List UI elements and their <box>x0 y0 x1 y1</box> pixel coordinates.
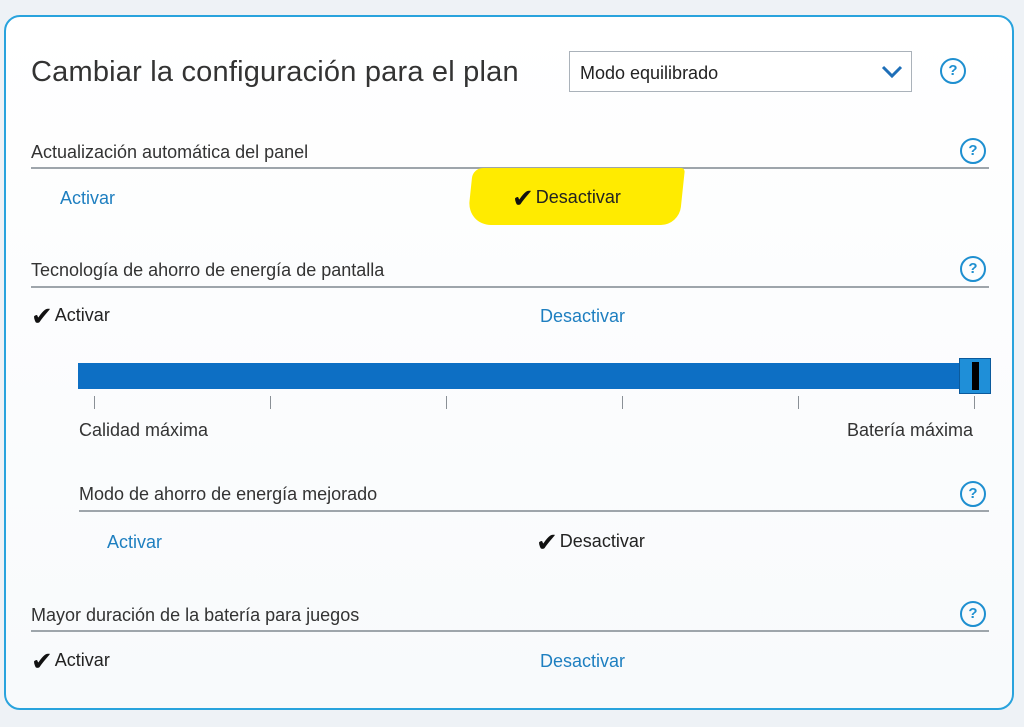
help-icon[interactable]: ? <box>960 256 986 282</box>
plan-select[interactable]: Modo equilibrado <box>569 51 912 92</box>
gaming-battery-on-option[interactable]: ✔ Activar <box>31 647 110 677</box>
enhanced-saving-off-option[interactable]: ✔ Desactivar <box>536 528 645 558</box>
option-label: Desactivar <box>535 187 621 207</box>
section-title-gaming-battery: Mayor duración de la batería para juegos <box>31 605 360 625</box>
help-icon[interactable]: ? <box>960 481 986 507</box>
slider-tick <box>798 396 799 409</box>
slider-tick <box>622 396 623 409</box>
gaming-battery-off-option[interactable]: Desactivar <box>540 651 625 672</box>
section-title-panel-refresh: Actualización automática del panel <box>31 142 309 162</box>
divider <box>31 630 989 632</box>
slider-thumb-grip <box>972 362 979 390</box>
option-label: Activar <box>54 305 110 325</box>
display-power-off-option[interactable]: Desactivar <box>540 306 625 327</box>
section-title-enhanced-saving: Modo de ahorro de energía mejorado <box>79 484 378 504</box>
checkmark-icon: ✔ <box>512 184 534 214</box>
divider <box>79 510 989 512</box>
help-icon[interactable]: ? <box>960 601 986 627</box>
help-icon[interactable]: ? <box>960 138 986 164</box>
slider-tick <box>974 396 975 409</box>
option-label: Activar <box>54 650 110 670</box>
panel-refresh-on-option[interactable]: Activar <box>60 188 115 209</box>
slider-max-label: Batería máxima <box>847 420 974 440</box>
help-icon[interactable]: ? <box>940 58 966 84</box>
checkmark-icon: ✔ <box>536 528 558 558</box>
checkmark-icon: ✔ <box>31 302 53 332</box>
option-label: Desactivar <box>559 531 645 551</box>
enhanced-saving-on-option[interactable]: Activar <box>107 532 162 553</box>
chevron-down-icon <box>881 65 903 79</box>
slider-tick <box>446 396 447 409</box>
slider-tick <box>94 396 95 409</box>
section-title-display-power: Tecnología de ahorro de energía de panta… <box>31 260 385 280</box>
plan-select-value: Modo equilibrado <box>580 63 719 83</box>
divider <box>31 286 989 288</box>
panel-refresh-off-option[interactable]: ✔ Desactivar <box>512 184 621 214</box>
slider-tick <box>270 396 271 409</box>
display-power-on-option[interactable]: ✔ Activar <box>31 302 110 332</box>
power-saving-slider-track[interactable] <box>78 363 986 389</box>
slider-min-label: Calidad máxima <box>79 420 209 440</box>
checkmark-icon: ✔ <box>31 647 53 677</box>
page-title: Cambiar la configuración para el plan <box>31 56 519 88</box>
power-saving-slider-thumb[interactable] <box>959 358 991 394</box>
